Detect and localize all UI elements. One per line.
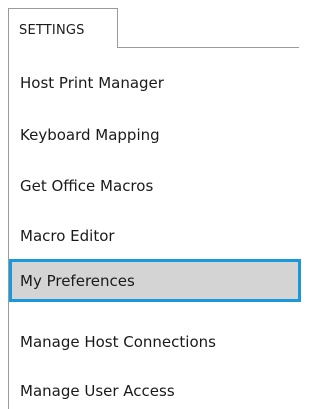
menu-item-keyboard-mapping[interactable]: Keyboard Mapping: [9, 114, 285, 155]
tab-settings[interactable]: SETTINGS: [8, 8, 118, 48]
menu-item-host-print-manager[interactable]: Host Print Manager: [9, 62, 285, 103]
settings-menu-panel: Host Print Manager Keyboard Mapping Get …: [8, 47, 301, 409]
menu-item-macro-editor[interactable]: Macro Editor: [9, 215, 285, 256]
tab-settings-label: SETTINGS: [19, 23, 85, 38]
menu-item-get-office-macros[interactable]: Get Office Macros: [9, 165, 285, 206]
menu-item-manage-user-access[interactable]: Manage User Access: [9, 370, 285, 409]
settings-menu-window: SETTINGS Host Print Manager Keyboard Map…: [0, 0, 301, 409]
menu-item-my-preferences[interactable]: My Preferences: [9, 259, 301, 302]
menu-item-manage-host-connections[interactable]: Manage Host Connections: [9, 321, 285, 362]
